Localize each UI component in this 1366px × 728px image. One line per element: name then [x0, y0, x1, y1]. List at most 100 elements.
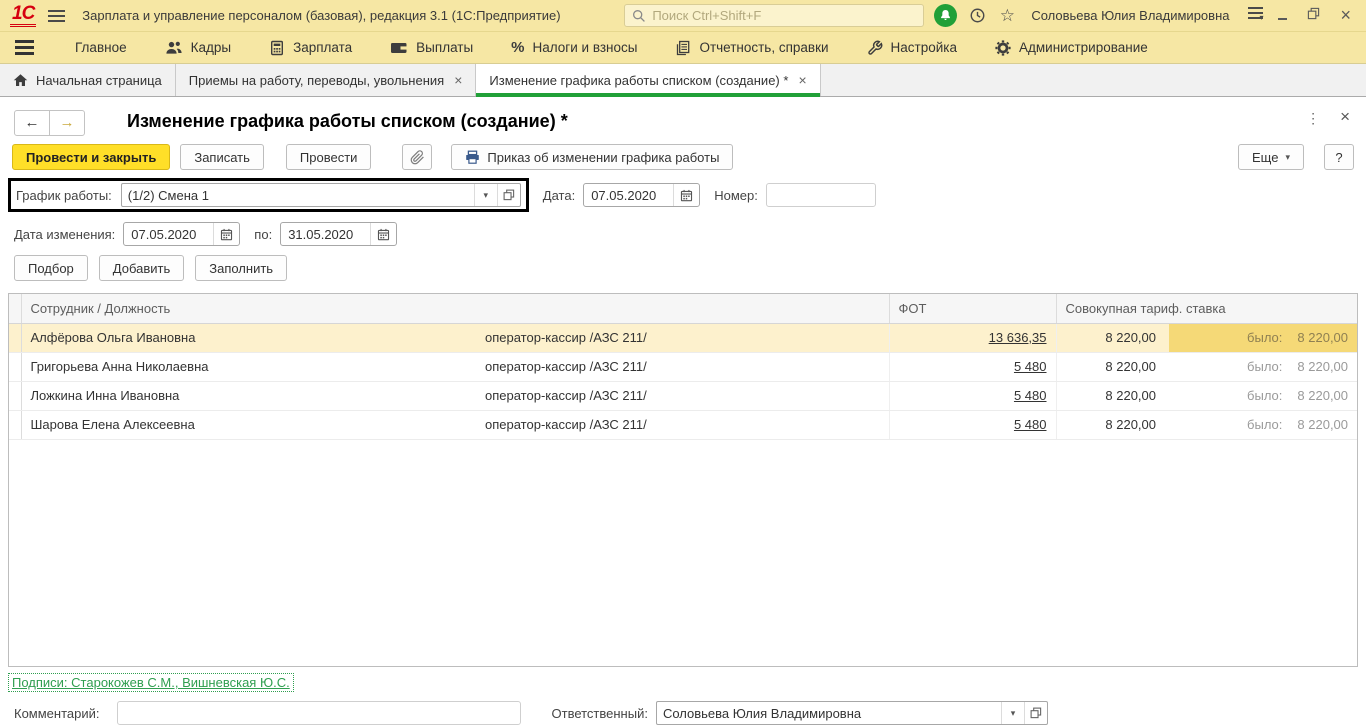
print-order-button[interactable]: Приказ об изменении графика работы: [451, 144, 734, 170]
global-search[interactable]: [624, 4, 925, 27]
fot-link[interactable]: 13 636,35: [989, 330, 1047, 345]
calendar-icon: [681, 189, 693, 201]
marker-column-header: [9, 294, 22, 324]
bell-icon: [941, 9, 951, 21]
gear-icon: [995, 39, 1011, 56]
fill-button[interactable]: Заполнить: [195, 255, 288, 281]
menu-item-administration[interactable]: Администрирование: [976, 32, 1167, 64]
fot-link[interactable]: 5 480: [1014, 359, 1047, 374]
comment-input[interactable]: [116, 701, 521, 725]
close-tab-icon[interactable]: ×: [454, 72, 462, 88]
people-icon: [165, 41, 182, 54]
tab-label: Изменение графика работы списком (создан…: [489, 72, 789, 88]
open-button[interactable]: [496, 184, 520, 206]
dropdown-button[interactable]: ▾: [473, 184, 497, 206]
post-button[interactable]: Провести: [285, 144, 372, 170]
dropdown-button[interactable]: ▾: [1000, 702, 1024, 724]
printer-icon: [466, 150, 480, 164]
employee-position: оператор-кассир /АЗС 211/: [476, 381, 889, 411]
attachments-button[interactable]: [402, 144, 433, 170]
tab-home[interactable]: Начальная страница: [0, 64, 176, 96]
report-icon: [677, 40, 690, 55]
post-and-close-button[interactable]: Провести и закрыть: [12, 144, 171, 170]
wallet-icon: [391, 42, 407, 53]
calendar-icon: [378, 228, 390, 240]
open-button[interactable]: [1023, 702, 1047, 724]
schedule-input[interactable]: [121, 187, 474, 203]
rate-value: 8 220,00: [1055, 352, 1169, 382]
favorites-button[interactable]: ☆: [997, 4, 1017, 28]
rate-column-header: Совокупная тариф. ставка: [1055, 294, 1357, 324]
was-value: было: 8 220,00: [1169, 381, 1357, 411]
fot-link[interactable]: 5 480: [1014, 417, 1047, 432]
close-form-icon[interactable]: ×: [1340, 108, 1350, 125]
restore-icon: [1308, 7, 1320, 20]
pick-button[interactable]: Подбор: [14, 255, 88, 281]
menu-item-hr[interactable]: Кадры: [146, 32, 250, 64]
help-button[interactable]: ?: [1324, 144, 1354, 170]
date-label: Дата:: [542, 187, 576, 203]
change-date-from-field[interactable]: [123, 222, 241, 246]
open-icon: [503, 189, 514, 201]
forward-button[interactable]: →: [49, 110, 85, 136]
menu-item-taxes[interactable]: % Налоги и взносы: [492, 32, 656, 64]
back-button[interactable]: ←: [14, 110, 50, 136]
employee-position: оператор-кассир /АЗС 211/: [476, 410, 889, 440]
table-row[interactable]: Ложкина Инна Ивановна оператор-кассир /А…: [9, 381, 1357, 411]
more-button[interactable]: Еще ▾: [1238, 144, 1304, 170]
history-icon: [970, 8, 985, 23]
calendar-button[interactable]: [370, 223, 396, 245]
fot-link[interactable]: 5 480: [1014, 388, 1047, 403]
titlebar: 1С Зарплата и управление персоналом (баз…: [0, 0, 1366, 32]
service-menu-button[interactable]: ▾: [1243, 4, 1264, 28]
restore-button[interactable]: [1302, 7, 1325, 24]
chevron-down-icon: ▾: [1285, 151, 1290, 162]
schedule-combo[interactable]: ▾: [120, 183, 521, 207]
tab-hiring-transfers[interactable]: Приемы на работу, переводы, увольнения ×: [176, 64, 477, 96]
table-row[interactable]: Алфёрова Ольга Ивановна оператор-кассир …: [9, 323, 1357, 353]
current-user[interactable]: Соловьева Юлия Владимировна: [1031, 8, 1229, 23]
menu-item-main[interactable]: Главное: [56, 32, 146, 64]
hamburger-icon: [47, 9, 65, 22]
tab-label: Приемы на работу, переводы, увольнения: [188, 72, 445, 88]
change-date-to-field[interactable]: [280, 222, 398, 246]
minimize-button[interactable]: [1273, 7, 1292, 24]
date-field[interactable]: [583, 183, 701, 207]
signatures-row: Подписи: Старокожев С.М., Вишневская Ю.С…: [8, 673, 1366, 692]
menu-item-payments[interactable]: Выплаты: [371, 32, 492, 64]
menu-item-reports[interactable]: Отчетность, справки: [656, 32, 847, 64]
window-options-icon[interactable]: ⋮: [1306, 110, 1320, 127]
responsible-input[interactable]: [656, 705, 1001, 721]
signatures-link[interactable]: Подписи: Старокожев С.М., Вишневская Ю.С…: [8, 673, 294, 692]
table-row[interactable]: Шарова Елена Алексеевна оператор-кассир …: [9, 410, 1357, 440]
notifications-button[interactable]: [934, 4, 958, 27]
number-input[interactable]: [765, 183, 876, 207]
calendar-button[interactable]: [213, 223, 239, 245]
menu-item-salary[interactable]: Зарплата: [250, 32, 371, 64]
add-button[interactable]: Добавить: [98, 255, 185, 281]
section-menubar: Главное Кадры Зарплата Выплаты % Налоги …: [0, 32, 1366, 64]
change-date-from-input[interactable]: [124, 226, 214, 242]
rate-value: 8 220,00: [1055, 410, 1169, 440]
responsible-combo[interactable]: ▾: [655, 701, 1048, 725]
date-input[interactable]: [584, 187, 674, 203]
calendar-button[interactable]: [673, 184, 699, 206]
sections-panel-button[interactable]: [14, 36, 34, 60]
home-icon: [13, 74, 28, 86]
close-tab-icon[interactable]: ×: [798, 72, 806, 88]
table-row[interactable]: Григорьева Анна Николаевна оператор-касс…: [9, 352, 1357, 382]
close-window-button[interactable]: ×: [1335, 5, 1356, 26]
1c-logo: 1С: [10, 4, 37, 27]
calendar-icon: [221, 228, 233, 240]
search-input[interactable]: [652, 8, 917, 23]
tab-label: Начальная страница: [36, 72, 162, 88]
history-button[interactable]: [967, 4, 987, 28]
employee-name: Шарова Елена Алексеевна: [21, 410, 476, 440]
calculator-icon: [271, 40, 284, 55]
change-date-to-input[interactable]: [281, 226, 371, 242]
menu-item-settings[interactable]: Настройка: [848, 32, 976, 64]
tab-schedule-change[interactable]: Изменение графика работы списком (создан…: [476, 64, 821, 97]
main-menu-button[interactable]: [46, 4, 66, 28]
save-button[interactable]: Записать: [180, 144, 264, 170]
employees-grid: Сотрудник / Должность ФОТ Совокупная тар…: [8, 293, 1358, 667]
